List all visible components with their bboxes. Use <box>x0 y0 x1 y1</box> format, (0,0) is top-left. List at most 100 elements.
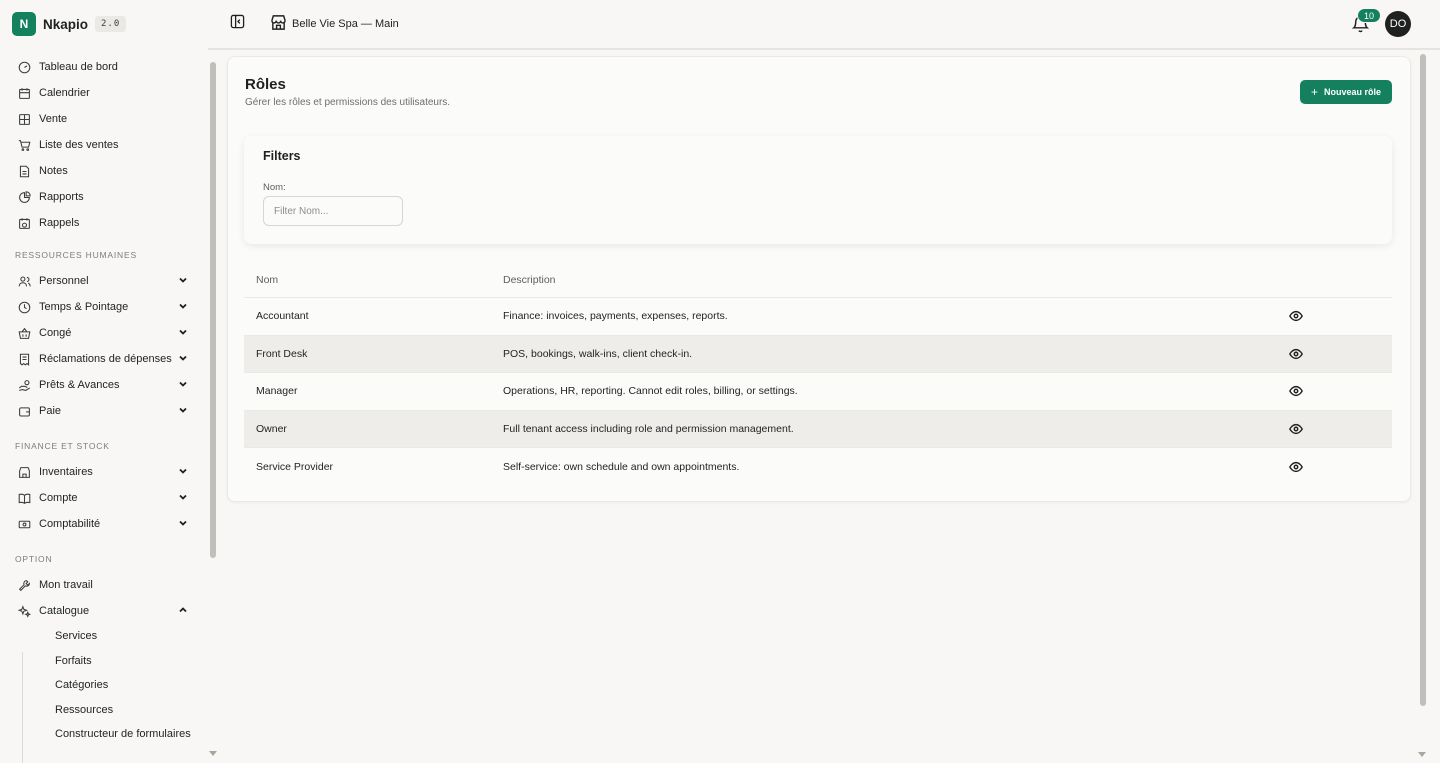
catalogue-sub-packages[interactable]: Forfaits <box>0 649 204 674</box>
catalogue-sub-resources[interactable]: Ressources <box>0 698 204 723</box>
sidebar-item-inventories[interactable]: Inventaires <box>0 459 204 485</box>
sidebar-item-label: Vente <box>39 113 68 125</box>
file-icon <box>18 165 31 178</box>
sidebar-scroll-down-arrow[interactable] <box>209 751 217 756</box>
wallet-icon <box>18 405 31 418</box>
hand-coins-icon <box>18 379 31 392</box>
eye-icon[interactable] <box>1289 347 1303 361</box>
role-name: Front Desk <box>256 347 308 360</box>
sidebar-item-loans[interactable]: Prêts & Avances <box>0 372 204 398</box>
sidebar-item-sale[interactable]: Vente <box>0 106 204 132</box>
calendar-icon <box>18 87 31 100</box>
sidebar-item-label: Notes <box>39 165 68 177</box>
store-name: Belle Vie Spa — Main <box>292 18 399 30</box>
filter-name-label: Nom: <box>263 182 286 193</box>
sidebar-item-label: Paie <box>39 405 62 417</box>
catalogue-sub-form-builder[interactable]: Constructeur de formulaires <box>0 722 204 747</box>
role-name: Manager <box>256 385 298 398</box>
sidebar-item-staff[interactable]: Personnel <box>0 268 204 294</box>
sidebar-item-label: Rappels <box>39 217 80 229</box>
sidebar-item-label: Catalogue <box>39 605 90 617</box>
eye-icon[interactable] <box>1289 309 1303 323</box>
new-role-button[interactable]: + Nouveau rôle <box>1300 80 1392 104</box>
sidebar-item-label: Compte <box>39 492 78 504</box>
sidebar-item-sales-list[interactable]: Liste des ventes <box>0 132 204 158</box>
sidebar-item-label: Mon travail <box>39 579 93 591</box>
main-scroll-down-arrow[interactable] <box>1418 752 1426 757</box>
sidebar-item-catalogue[interactable]: Catalogue <box>0 598 204 624</box>
sidebar-item-time[interactable]: Temps & Pointage <box>0 294 204 320</box>
page-title: Rôles <box>245 76 286 93</box>
banknote-icon <box>18 518 31 531</box>
eye-icon[interactable] <box>1289 422 1303 436</box>
chevron-down-icon <box>178 327 188 337</box>
column-header-name[interactable]: Nom <box>256 274 278 286</box>
cart-icon <box>18 139 31 152</box>
eye-icon[interactable] <box>1289 460 1303 474</box>
sidebar-item-account[interactable]: Compte <box>0 485 204 511</box>
version-badge: 2.0 <box>95 16 127 32</box>
eye-icon[interactable] <box>1289 384 1303 398</box>
sidebar-item-label: Personnel <box>39 275 89 287</box>
book-icon <box>18 492 31 505</box>
main-scrollbar-thumb[interactable] <box>1420 54 1426 706</box>
receipt-icon <box>18 353 31 366</box>
table-row[interactable]: Owner Full tenant access including role … <box>244 410 1392 448</box>
section-option: OPTION <box>15 554 53 564</box>
sidebar-item-notes[interactable]: Notes <box>0 158 204 184</box>
chevron-down-icon <box>178 379 188 389</box>
sidebar-item-payroll[interactable]: Paie <box>0 398 204 424</box>
page-subtitle: Gérer les rôles et permissions des utili… <box>245 97 451 108</box>
sidebar-item-reminders[interactable]: Rappels <box>0 210 204 236</box>
sidebar-toggle-icon[interactable] <box>230 14 245 29</box>
sidebar-item-label: Liste des ventes <box>39 139 119 151</box>
role-description: Finance: invoices, payments, expenses, r… <box>503 310 728 323</box>
brand[interactable]: N Nkapio 2.0 <box>12 12 127 36</box>
chevron-down-icon <box>178 301 188 311</box>
sidebar-item-calendar[interactable]: Calendrier <box>0 80 204 106</box>
table-row[interactable]: Front Desk POS, bookings, walk-ins, clie… <box>244 335 1392 373</box>
plus-icon: + <box>1310 85 1318 99</box>
users-icon <box>18 275 31 288</box>
table-row[interactable]: Service Provider Self-service: own sched… <box>244 448 1392 486</box>
role-description: Self-service: own schedule and own appoi… <box>503 460 740 473</box>
sparkles-icon <box>18 604 31 618</box>
catalogue-sub-categories[interactable]: Catégories <box>0 673 204 698</box>
sidebar: N Nkapio 2.0 Tableau de bord Calendrier … <box>0 0 208 763</box>
chevron-down-icon <box>178 405 188 415</box>
store-icon <box>270 14 287 34</box>
basket-icon <box>18 327 31 340</box>
sidebar-item-leave[interactable]: Congé <box>0 320 204 346</box>
sidebar-item-accounting[interactable]: Comptabilité <box>0 511 204 537</box>
sidebar-item-label: Comptabilité <box>39 518 101 530</box>
submenu-guide-line <box>22 652 23 763</box>
sidebar-item-my-work[interactable]: Mon travail <box>0 572 204 598</box>
role-description: POS, bookings, walk-ins, client check-in… <box>503 347 693 360</box>
store-selector[interactable]: Belle Vie Spa — Main <box>270 14 399 34</box>
role-name: Service Provider <box>256 460 334 473</box>
sidebar-item-dashboard[interactable]: Tableau de bord <box>0 54 204 80</box>
sidebar-item-label: Congé <box>39 327 72 339</box>
column-header-description[interactable]: Description <box>503 274 556 286</box>
table-row[interactable]: Accountant Finance: invoices, payments, … <box>244 298 1392 336</box>
role-name: Accountant <box>256 310 309 323</box>
role-description: Operations, HR, reporting. Cannot edit r… <box>503 385 798 398</box>
chevron-up-icon <box>178 605 188 615</box>
table-row[interactable]: Manager Operations, HR, reporting. Canno… <box>244 373 1392 411</box>
catalogue-sub-services[interactable]: Services <box>0 624 204 649</box>
avatar[interactable]: DO <box>1385 11 1411 37</box>
sidebar-item-expense-claims[interactable]: Réclamations de dépenses <box>0 346 204 372</box>
chevron-down-icon <box>178 275 188 285</box>
filter-name-input[interactable] <box>263 196 403 226</box>
chevron-down-icon <box>178 518 188 528</box>
sidebar-item-label: Rapports <box>39 191 84 203</box>
sidebar-item-reports[interactable]: Rapports <box>0 184 204 210</box>
brand-name: Nkapio <box>43 16 89 32</box>
sidebar-nav: Tableau de bord Calendrier Vente Liste d… <box>0 54 204 747</box>
table-header: Nom Description <box>244 262 1392 298</box>
sidebar-scrollbar-thumb[interactable] <box>210 62 216 558</box>
topbar-divider <box>208 48 1440 50</box>
sidebar-item-label: Calendrier <box>39 87 90 99</box>
chevron-down-icon <box>178 353 188 363</box>
pie-chart-icon <box>18 190 31 204</box>
